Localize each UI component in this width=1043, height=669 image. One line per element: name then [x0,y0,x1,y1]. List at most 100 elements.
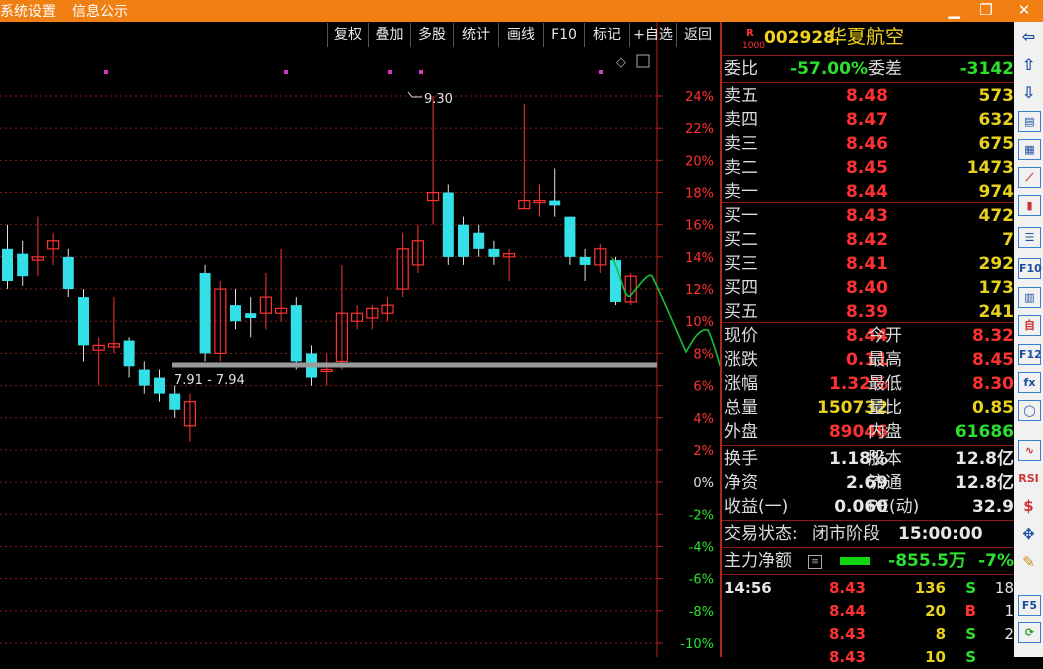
sell-row-3: 卖三 8.46 675 [722,132,1016,156]
toolbar-add-watchlist-button[interactable]: +自选 [629,23,676,47]
grid-icon[interactable]: ▦ [1018,139,1041,160]
title-bar: 系统设置 信息公示 ▁ ❐ ✕ [0,0,1043,22]
diamond-icon: ◇ [616,55,626,70]
tick-count: 1 [1004,602,1014,620]
y-axis-label: -10% [680,637,714,652]
toolbar-stats-button[interactable]: 统计 [453,23,498,47]
fund-value: 12.8亿 [955,449,1014,469]
candle-body [154,377,165,394]
y-axis-label: -4% [689,540,714,555]
sell-price: 8.48 [846,86,888,106]
trade-status-state: 闭市阶段 [812,524,880,544]
tick-price: 8.43 [828,625,866,643]
fund-label: 流通 [868,473,902,493]
fund-row: 收益(一) 0.060 PE(动) 32.9 [722,495,1016,519]
list-icon[interactable]: ≡ [808,555,822,569]
ratio-label: 委比 [724,59,758,79]
f12-icon[interactable]: F12 [1018,344,1042,365]
stock-name: 华夏航空 [828,26,905,48]
sell-label: 卖四 [724,110,758,130]
fund-value: 12.8亿 [955,473,1014,493]
dollar-icon[interactable]: $ [1018,497,1039,516]
document-icon[interactable]: ▤ [1018,111,1041,132]
sell-label: 卖三 [724,134,758,154]
f5-icon[interactable]: F5 [1018,595,1041,616]
marker-dot [419,70,423,74]
move-icon[interactable]: ✥ [1018,525,1039,544]
rsi-icon[interactable]: RSI [1018,469,1039,488]
sell-label: 卖一 [724,182,758,202]
stat-value: 8.30 [972,374,1014,394]
toolbar-back-button[interactable]: 返回 [676,23,719,47]
y-axis-label: 14% [685,251,714,266]
tool-sidebar: ⇦ ⇧ ⇩ ▤ ▦ ⟋ ▮ ☰ F10 ▥ 自 F12 fx ◯ ∿ RSI $… [1014,22,1043,657]
pencil-icon[interactable]: ✎ [1018,553,1039,572]
tick-volume: 20 [925,602,946,620]
buy-label: 买四 [724,278,758,298]
refresh-icon[interactable]: ◯ [1018,400,1041,421]
candle-icon[interactable]: ▮ [1018,195,1041,216]
close-icon[interactable]: ✕ [1010,0,1038,22]
arrow-up-icon[interactable]: ⇧ [1018,55,1039,74]
y-axis-label: 0% [693,476,714,491]
flow-bar [840,557,870,565]
sell-price: 8.47 [846,110,888,130]
y-axis-label: 12% [685,283,714,298]
list-view-icon[interactable]: ☰ [1018,227,1041,248]
candle-body [245,313,257,319]
toolbar-overlay-button[interactable]: 叠加 [368,23,410,47]
stats-icon[interactable]: ▥ [1018,287,1041,308]
fund-value: 32.9 [972,497,1014,517]
candle-body [78,297,89,346]
line-chart-icon[interactable]: ⟋ [1018,167,1041,188]
stat-row: 外盘 89046 内盘 61686 [722,420,1016,444]
fund-row: 净资 2.69 流通 12.8亿 [722,471,1016,495]
sell-row-4: 卖四 8.47 632 [722,108,1016,132]
sell-row-1: 卖一 8.44 974 [722,180,1016,204]
sync-icon[interactable]: ⟳ [1018,622,1041,643]
kline-chart[interactable]: 24% 22% 20% 18% 16% 14% 12% 10% 8% 6% 4% 2% 0% -2% -4%… [0,22,720,657]
stat-value: 8.32 [972,326,1014,346]
stock-code: 002928 [764,28,835,48]
toolbar-draw-button[interactable]: 画线 [498,23,543,47]
y-axis-label: 20% [685,154,714,169]
toolbar-f10-button[interactable]: F10 [543,23,584,47]
wave-icon[interactable]: ∿ [1018,440,1041,461]
fund-label: PE(动) [868,497,920,517]
buy-price: 8.39 [846,302,888,322]
tick-time: 14:56 [724,579,772,597]
sell-volume: 632 [978,110,1015,130]
arrow-down-icon[interactable]: ⇩ [1018,83,1039,102]
main-flow-label: 主力净额 [724,551,792,571]
tick-price: 8.43 [828,648,866,666]
sell-volume: 675 [978,134,1015,154]
sell-row-2: 卖二 8.45 1473 [722,156,1016,180]
f10-icon[interactable]: F10 [1018,258,1042,279]
minimize-icon[interactable]: ▁ [940,0,968,22]
restore-icon[interactable]: ❐ [972,0,1000,22]
diff-value: -3142 [959,59,1014,79]
y-axis-label: 16% [685,219,714,234]
buy-label: 买五 [724,302,758,322]
stat-label: 最低 [868,374,902,394]
sell-label: 卖二 [724,158,758,178]
y-axis-label: 10% [685,315,714,330]
y-axis-label: 6% [693,380,714,395]
toolbar-multi-stock-button[interactable]: 多股 [410,23,453,47]
buy-row-5: 买五 8.39 241 [722,300,1016,324]
stat-label: 总量 [724,398,758,418]
self-icon[interactable]: 自 [1018,315,1041,336]
toolbar-fuquan-button[interactable]: 复权 [327,23,368,47]
candle-body [473,232,485,249]
y-axis-label: 22% [685,122,714,137]
panel-toggle-icon [636,54,650,68]
main-flow-row: 主力净额 ≡ -855.5万 -7% [722,549,1016,573]
fund-label: 股本 [868,449,902,469]
menu-info-notice[interactable]: 信息公示 [72,1,128,21]
menu-system-settings[interactable]: 系统设置 [0,1,56,21]
formula-icon[interactable]: fx [1018,372,1041,393]
toolbar-mark-button[interactable]: 标记 [584,23,629,47]
tick-count: 2 [1004,625,1014,643]
arrow-left-icon[interactable]: ⇦ [1018,27,1039,46]
marker-dot [104,70,108,74]
